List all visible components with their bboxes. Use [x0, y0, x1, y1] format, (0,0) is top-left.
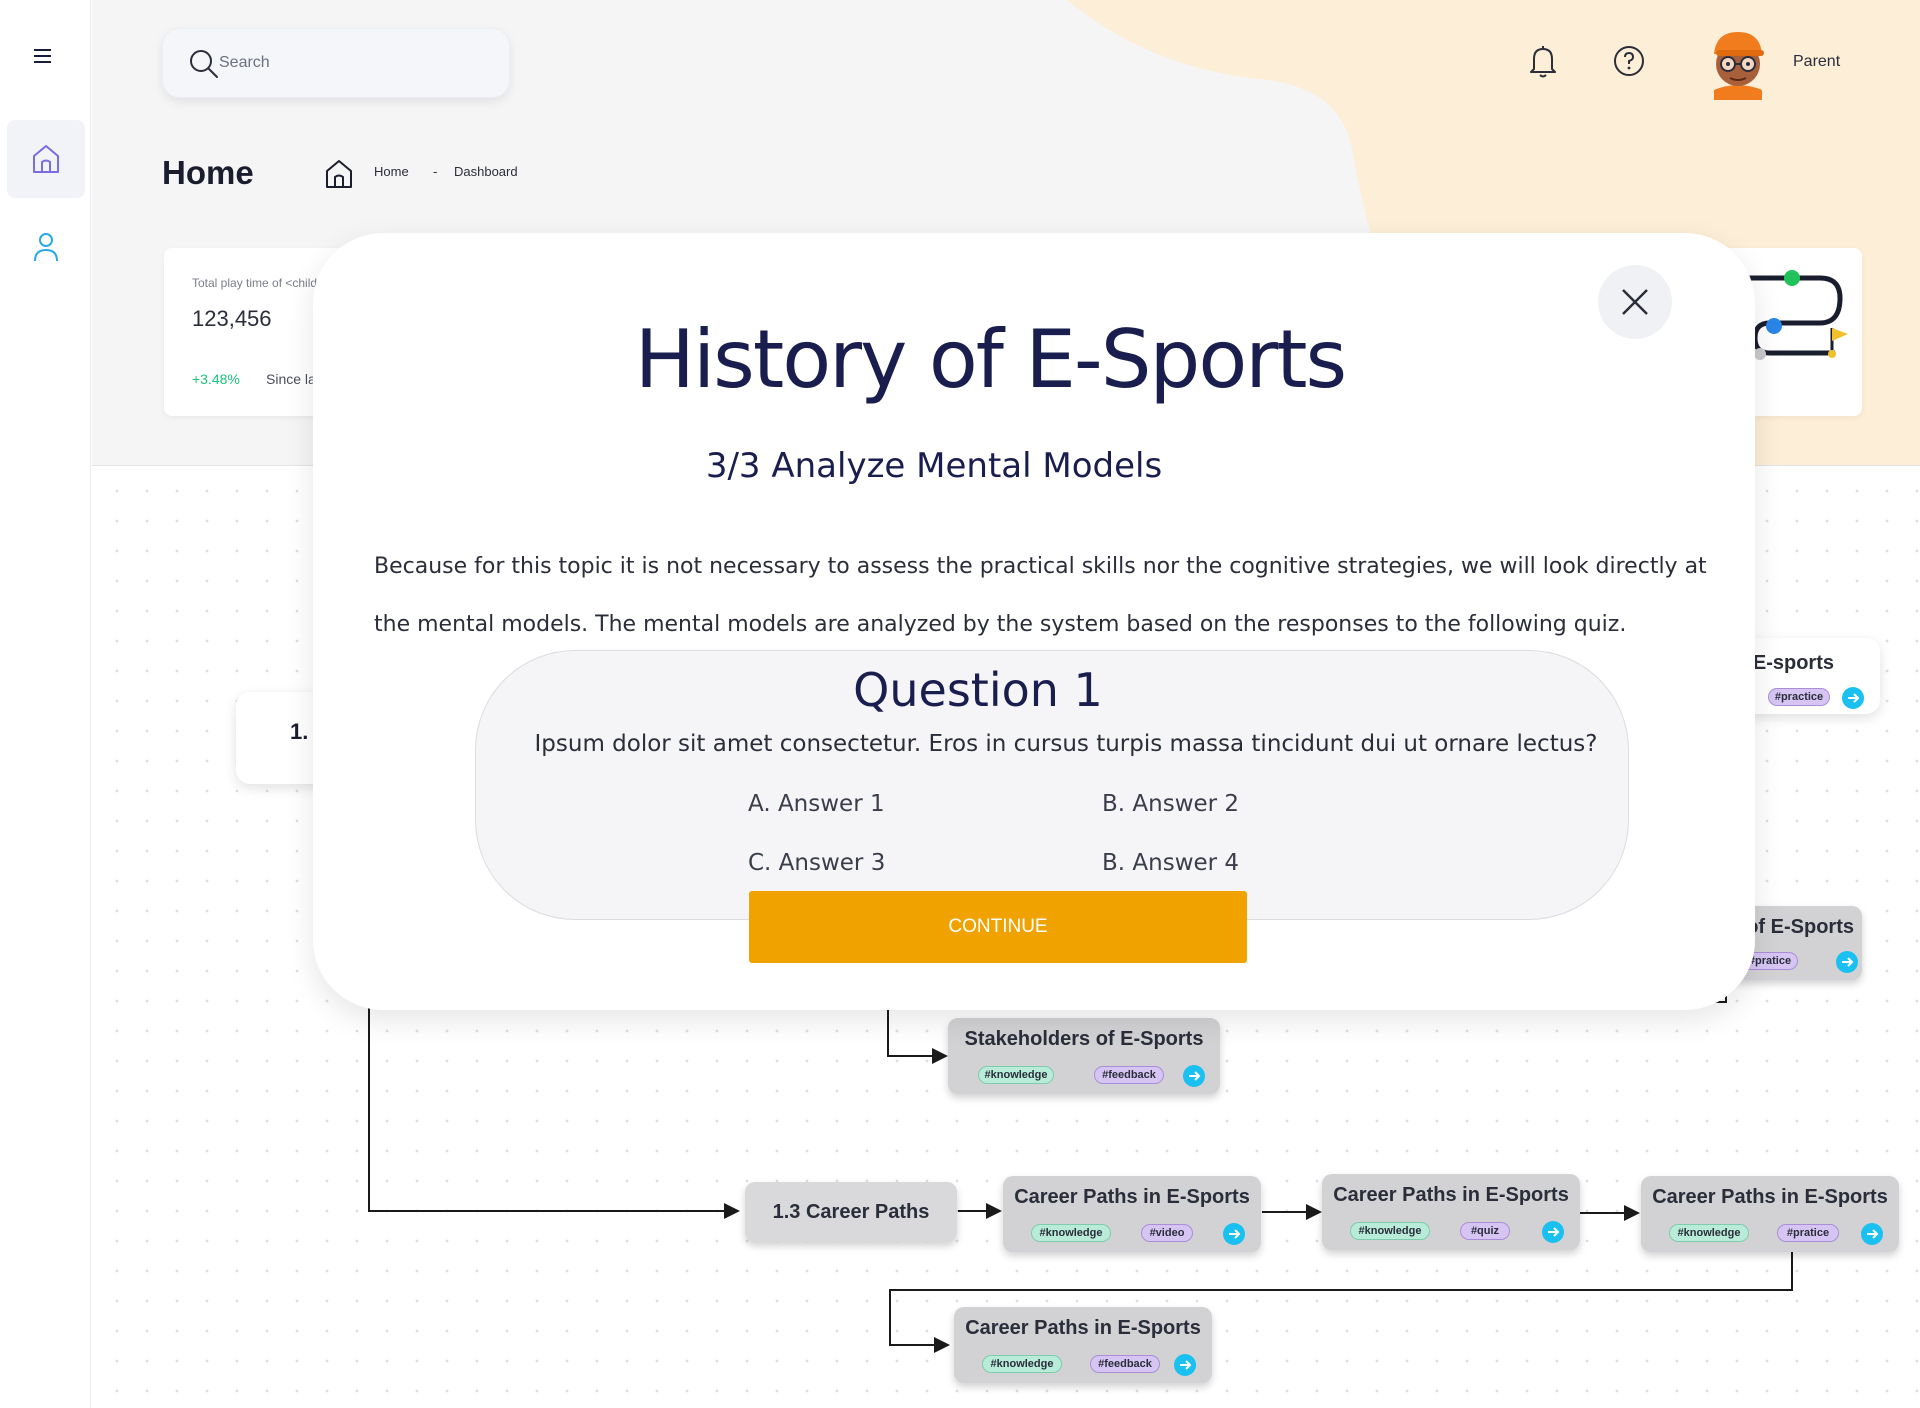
topic-modal: History of E-Sports 3/3 Analyze Mental M… [313, 233, 1755, 1010]
arrow-right-icon [1848, 693, 1860, 703]
arrow-right-icon [1867, 1229, 1879, 1239]
tag: #quiz [1460, 1222, 1510, 1240]
tag: #practice [1768, 688, 1830, 706]
go-button[interactable] [1861, 1223, 1883, 1245]
node-title: of E-Sports [1746, 916, 1854, 938]
modal-title: History of E-Sports [634, 313, 1347, 406]
tag: #knowledge [1669, 1224, 1749, 1242]
arrow-right-icon [1189, 1071, 1201, 1081]
node-title: Career Paths in E-Sports [1333, 1184, 1569, 1206]
answer-option-a[interactable]: A. Answer 1 [748, 791, 885, 817]
flow-node-career-feedback[interactable]: Career Paths in E-Sports #knowledge #fee… [954, 1307, 1212, 1383]
answer-option-c[interactable]: C. Answer 3 [748, 850, 885, 876]
arrow-right-icon [1180, 1360, 1192, 1370]
go-button[interactable] [1842, 687, 1864, 709]
modal-description: Because for this topic it is not necessa… [374, 554, 1707, 637]
flow-node-career-quiz[interactable]: Career Paths in E-Sports #knowledge #qui… [1322, 1174, 1580, 1250]
arrow-right-icon [1229, 1229, 1241, 1239]
tag: #knowledge [1031, 1224, 1111, 1242]
flow-node-career-practice[interactable]: Career Paths in E-Sports #knowledge #pra… [1641, 1176, 1899, 1252]
modal-subtitle: 3/3 Analyze Mental Models [705, 446, 1163, 486]
tag: #feedback [1090, 1355, 1160, 1373]
node-title: Career Paths in E-Sports [1014, 1186, 1250, 1208]
answer-option-d[interactable]: B. Answer 4 [1102, 850, 1239, 876]
tag: #feedback [1094, 1066, 1164, 1084]
arrow-right-icon [1548, 1227, 1560, 1237]
answer-option-b[interactable]: B. Answer 2 [1102, 791, 1239, 817]
flow-node-career-video[interactable]: Career Paths in E-Sports #knowledge #vid… [1003, 1176, 1261, 1252]
flow-node-partial-label: 1. [290, 719, 309, 744]
tag: #knowledge [982, 1355, 1062, 1373]
go-button[interactable] [1174, 1354, 1196, 1376]
flow-node-career-paths[interactable]: 1.3 Career Paths [745, 1182, 957, 1242]
go-button[interactable] [1836, 951, 1858, 973]
tag: #knowledge [978, 1066, 1054, 1084]
arrow-right-icon [1842, 957, 1854, 967]
quiz-panel: Question 1 Ipsum dolor sit amet consecte… [475, 650, 1629, 920]
flow-node-stakeholders[interactable]: Stakeholders of E-Sports #knowledge #fee… [948, 1018, 1220, 1094]
go-button[interactable] [1223, 1223, 1245, 1245]
node-title: Career Paths in E-Sports [1652, 1186, 1888, 1208]
tag: #pratice [1777, 1224, 1839, 1242]
node-title: Stakeholders of E-Sports [964, 1028, 1204, 1050]
node-title: E-sports [1752, 652, 1834, 674]
tag: #video [1141, 1224, 1193, 1242]
tag: #knowledge [1350, 1222, 1430, 1240]
node-title: Career Paths in E-Sports [965, 1317, 1201, 1339]
question-text: Ipsum dolor sit amet consectetur. Eros i… [534, 731, 1598, 757]
go-button[interactable] [1542, 1221, 1564, 1243]
go-button[interactable] [1183, 1065, 1205, 1087]
question-title: Question 1 [853, 663, 1103, 717]
continue-button[interactable]: CONTINUE [749, 891, 1247, 963]
